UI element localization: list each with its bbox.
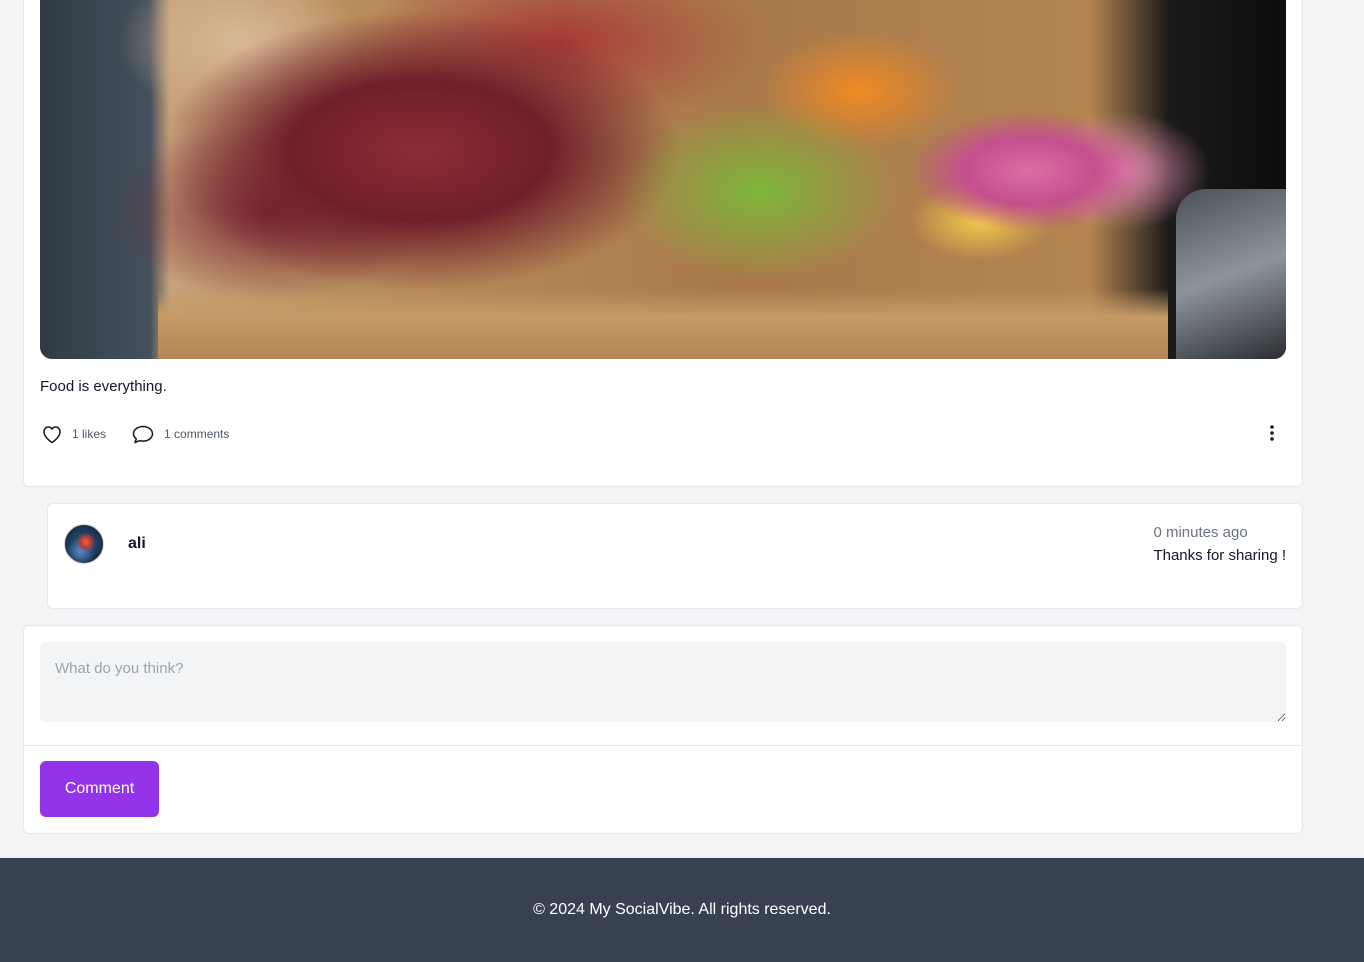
comment-meta: 0 minutes ago Thanks for sharing ! [1153, 524, 1286, 564]
likes-count: 1 likes [72, 427, 107, 441]
comment-timestamp: 0 minutes ago [1153, 524, 1248, 541]
vertical-ellipsis-icon[interactable] [1269, 424, 1275, 447]
post-card: Food is everything. 1 likes 1 comments [23, 0, 1303, 487]
footer-copyright: © 2024 My SocialVibe. All rights reserve… [533, 901, 831, 918]
comment-submit-button[interactable]: Comment [40, 761, 159, 817]
divider [24, 745, 1302, 746]
metal-dish [1176, 189, 1286, 359]
speech-bubble-icon[interactable] [130, 422, 156, 446]
comment-form: Comment [23, 625, 1303, 834]
heart-icon[interactable] [40, 422, 64, 446]
comments-count: 1 comments [164, 427, 230, 441]
post-image [40, 0, 1286, 359]
post-actions: 1 likes 1 comments [40, 422, 229, 446]
comment-text: Thanks for sharing ! [1153, 547, 1286, 564]
comments-button[interactable]: 1 comments [130, 422, 229, 446]
cutting-board [158, 289, 1168, 359]
comment-author[interactable]: ali [128, 535, 146, 553]
comment-item: ali 0 minutes ago Thanks for sharing ! [47, 503, 1303, 609]
avatar[interactable] [64, 524, 104, 564]
like-button[interactable]: 1 likes [40, 422, 106, 446]
post-caption: Food is everything. [40, 378, 167, 395]
post-options-button[interactable] [1260, 422, 1284, 448]
footer: © 2024 My SocialVibe. All rights reserve… [0, 858, 1364, 962]
comment-input[interactable] [40, 642, 1286, 722]
